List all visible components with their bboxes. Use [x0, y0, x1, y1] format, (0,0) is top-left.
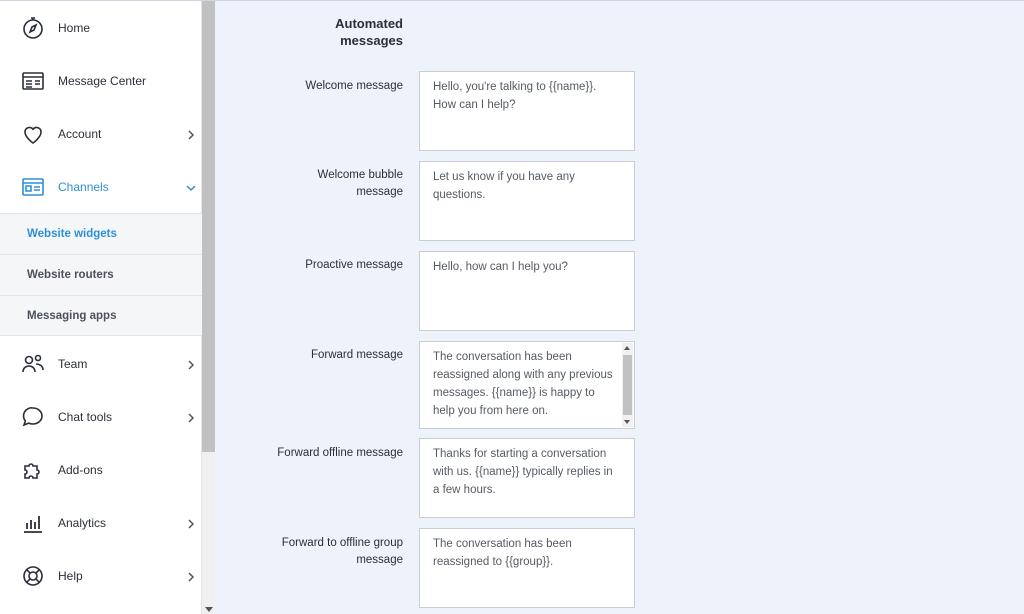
label-line: Welcome bubble [317, 169, 403, 181]
chevron-right-icon [185, 358, 197, 370]
sidebar-subitem-website-widgets[interactable]: Website widgets [0, 213, 202, 254]
sidebar-item-chat-tools[interactable]: Chat tools [0, 390, 202, 443]
welcome-bubble-message-textarea[interactable]: Let us know if you have any questions. [419, 161, 635, 241]
textarea-scroll-thumb[interactable] [623, 355, 632, 415]
forward-message-text: The conversation has been reassigned alo… [433, 351, 613, 417]
sidebar-item-home[interactable]: Home [0, 1, 202, 54]
sidebar-item-team[interactable]: Team [0, 337, 202, 390]
channels-icon [21, 175, 45, 199]
chevron-down-icon [185, 181, 197, 193]
sidebar-item-analytics[interactable]: Analytics [0, 496, 202, 549]
forward-offline-group-message-textarea[interactable]: The conversation has been reassigned to … [419, 528, 635, 608]
chevron-right-icon [185, 128, 197, 140]
scrollbar-thumb[interactable] [202, 0, 215, 452]
sidebar-item-add-ons[interactable]: Add-ons [0, 443, 202, 496]
chevron-right-icon [185, 411, 197, 423]
sidebar-item-label: Analytics [58, 515, 107, 530]
heart-icon [21, 122, 45, 146]
sidebar-subitem-messaging-apps[interactable]: Messaging apps [0, 295, 202, 336]
chat-bubble-icon [21, 405, 45, 429]
sidebar-item-label: Help [58, 568, 83, 583]
forward-offline-message-textarea[interactable]: Thanks for starting a conversation with … [419, 438, 635, 518]
sidebar-subitem-label: Website widgets [27, 228, 117, 240]
sidebar-item-help[interactable]: Help [0, 549, 202, 602]
scroll-down-arrow-icon[interactable] [205, 607, 213, 612]
textarea-scrollbar[interactable] [622, 343, 633, 427]
welcome-message-textarea[interactable]: Hello, you're talking to {{name}}. How c… [419, 71, 635, 151]
section-title-line: Automated [335, 16, 403, 31]
sidebar-item-message-center[interactable]: Message Center [0, 54, 202, 107]
sidebar-item-label: Channels [58, 179, 109, 194]
label-line: Forward to offline group [281, 537, 403, 549]
sidebar-item-account[interactable]: Account [0, 107, 202, 160]
chevron-right-icon [185, 570, 197, 582]
sidebar-item-label: Chat tools [58, 409, 113, 424]
top-divider [0, 0, 1024, 1]
sidebar-subitem-label: Website routers [27, 269, 114, 281]
label-line: message [356, 186, 403, 198]
forward-message-label: Forward message [310, 349, 403, 361]
sidebar-item-label: Account [58, 126, 102, 141]
sidebar-subitem-website-routers[interactable]: Website routers [0, 254, 202, 295]
proactive-message-label: Proactive message [305, 259, 403, 271]
scroll-up-arrow-icon[interactable] [624, 346, 630, 350]
sidebar-item-label: Team [58, 356, 88, 371]
section-title: Automated messages [300, 15, 403, 49]
compass-icon [21, 16, 45, 40]
sidebar-item-label: Home [58, 20, 91, 35]
welcome-bubble-message-label: Welcome bubble message [260, 167, 403, 201]
sidebar-item-label: Add-ons [58, 462, 103, 477]
team-icon [21, 352, 45, 376]
forward-offline-group-message-label: Forward to offline group message [260, 535, 403, 569]
chevron-right-icon [185, 517, 197, 529]
welcome-message-label: Welcome message [305, 80, 403, 92]
sidebar-item-channels[interactable]: Channels [0, 160, 202, 213]
scroll-down-arrow-icon[interactable] [624, 420, 630, 424]
proactive-message-textarea[interactable]: Hello, how can I help you? [419, 251, 635, 331]
section-title-line: messages [340, 33, 403, 48]
bar-chart-icon [21, 511, 45, 535]
forward-message-textarea[interactable]: The conversation has been reassigned alo… [419, 341, 635, 429]
sidebar-scrollbar[interactable] [202, 0, 215, 614]
sidebar: Home Message Center Account Channels Web… [0, 0, 202, 614]
sidebar-subitem-label: Messaging apps [27, 309, 117, 322]
forward-offline-message-label: Forward offline message [277, 447, 403, 459]
puzzle-icon [21, 458, 45, 482]
lifebuoy-icon [21, 564, 45, 588]
label-line: message [356, 554, 403, 566]
message-center-icon [21, 69, 45, 93]
sidebar-item-label: Message Center [58, 73, 147, 88]
